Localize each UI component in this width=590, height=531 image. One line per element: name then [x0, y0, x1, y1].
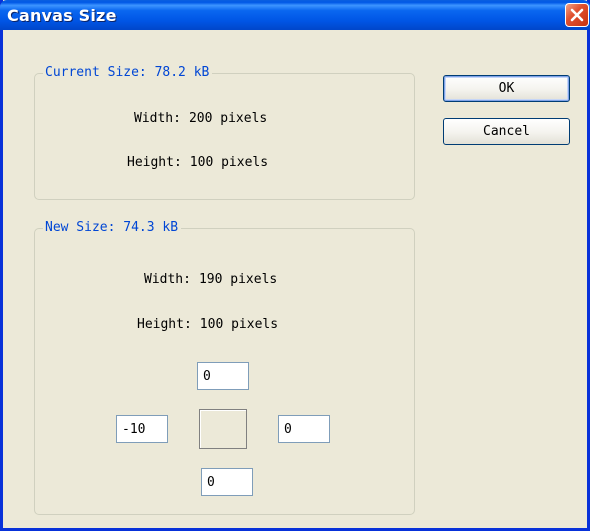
dialog-title: Canvas Size: [7, 6, 117, 25]
new-size-legend: New Size: 74.3 kB: [43, 220, 182, 236]
canvas-anchor-box: [199, 409, 247, 449]
current-height-value: 100 pixels: [189, 155, 269, 170]
close-button[interactable]: [565, 3, 589, 27]
new-height-label: Height:: [137, 317, 192, 332]
current-width-value: 200 pixels: [188, 111, 268, 126]
cancel-button[interactable]: Cancel: [443, 118, 570, 145]
close-icon: [570, 8, 584, 22]
new-height-value: 100 pixels: [199, 317, 279, 332]
title-bar[interactable]: Canvas Size: [0, 0, 590, 30]
new-size-group: New Size: 74.3 kB Width: 190 pixels Heigh…: [34, 220, 415, 515]
current-size-legend: Current Size: 78.2 kB: [43, 65, 213, 81]
ok-button[interactable]: OK: [443, 75, 570, 102]
new-width-label: Width:: [144, 272, 191, 287]
current-width-line: Width: 200 pixels: [134, 111, 267, 126]
current-height-line: Height: 100 pixels: [127, 155, 268, 170]
current-height-label: Height:: [127, 155, 182, 170]
offset-top-input[interactable]: [197, 362, 249, 390]
offset-left-input[interactable]: [116, 415, 168, 443]
canvas-size-dialog: Canvas Size Current Size: 78.2 kB Width:…: [0, 0, 590, 531]
current-size-group: Current Size: 78.2 kB Width: 200 pixels H…: [34, 65, 415, 200]
new-height-line: Height: 100 pixels: [137, 317, 278, 332]
current-width-label: Width:: [134, 111, 181, 126]
offset-right-input[interactable]: [278, 415, 330, 443]
new-width-value: 190 pixels: [198, 272, 278, 287]
offset-bottom-input[interactable]: [201, 468, 253, 496]
new-width-line: Width: 190 pixels: [144, 272, 277, 287]
